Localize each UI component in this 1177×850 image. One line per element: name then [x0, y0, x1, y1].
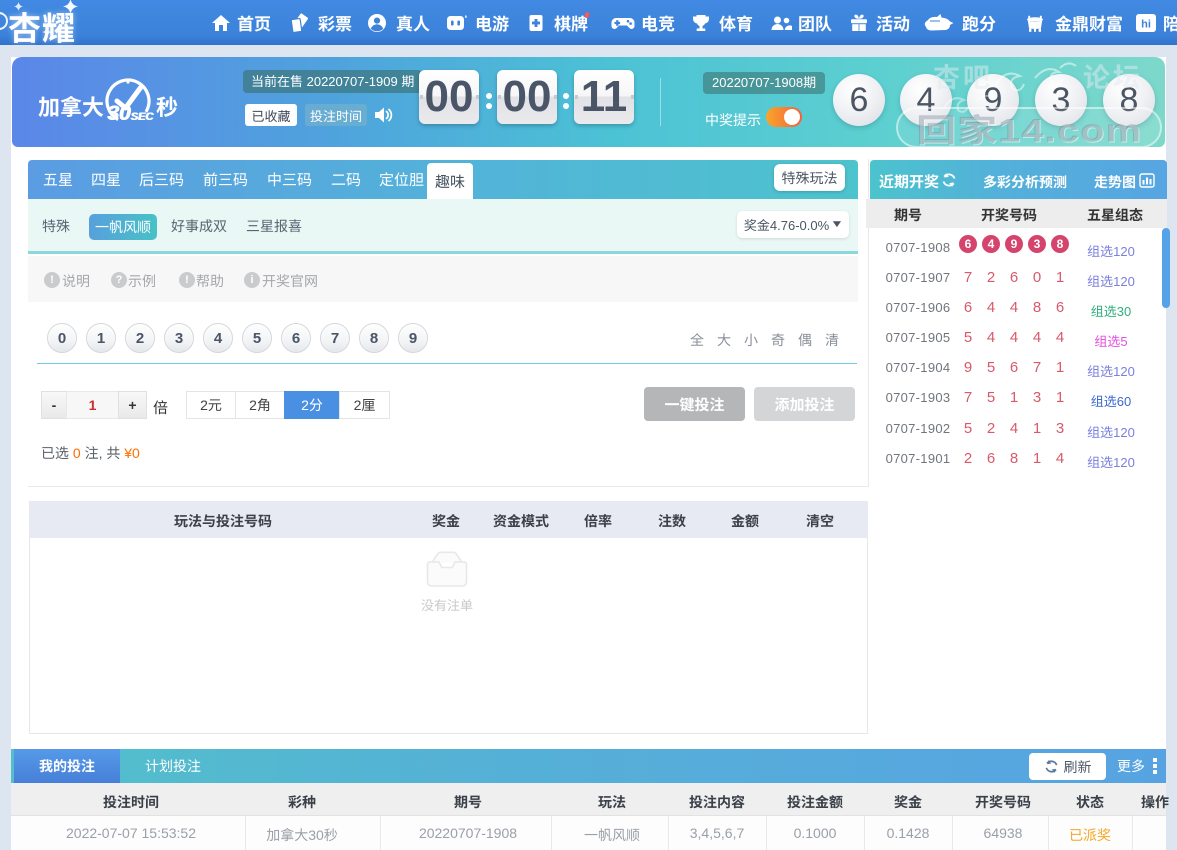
- svg-text:hi: hi: [1141, 18, 1151, 30]
